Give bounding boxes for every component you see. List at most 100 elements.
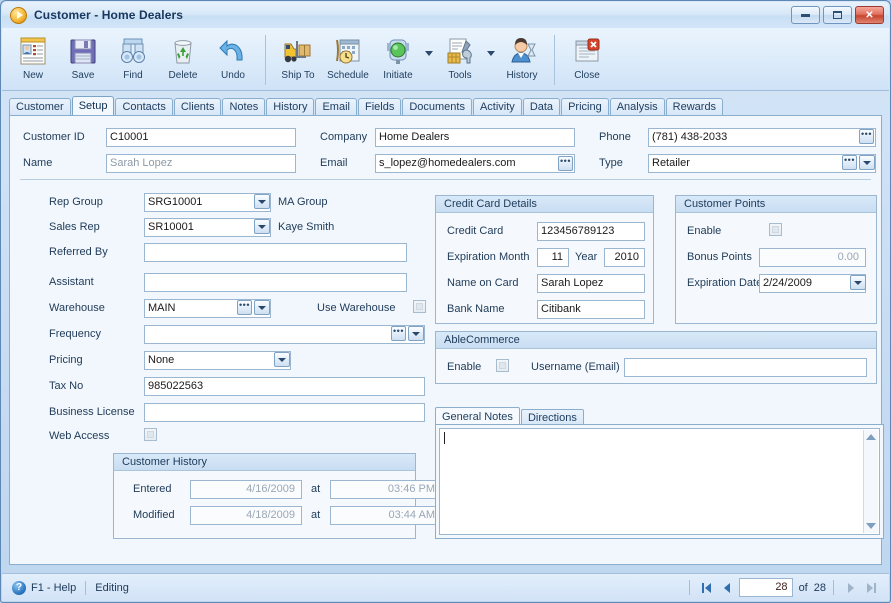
warehouse-lookup-button[interactable]: ••• — [237, 300, 252, 315]
minimize-button[interactable] — [791, 6, 820, 24]
tab-contacts[interactable]: Contacts — [115, 98, 173, 116]
expiration-month-field[interactable]: 11 — [537, 248, 569, 267]
tab-clients[interactable]: Clients — [173, 98, 222, 116]
credit-card-field[interactable]: 123456789123 — [537, 222, 645, 241]
name-label: Name — [23, 157, 53, 169]
initiate-dropdown-arrow-icon[interactable] — [423, 31, 435, 87]
company-field[interactable]: Home Dealers — [375, 128, 575, 147]
tab-activity[interactable]: Activity — [472, 98, 522, 116]
modified-at-label: at — [311, 509, 321, 521]
first-record-button[interactable] — [697, 579, 716, 597]
bank-name-field[interactable]: Citibank — [537, 300, 645, 319]
type-label: Type — [599, 157, 623, 169]
toolbar-button-tools[interactable]: Tools — [435, 31, 485, 87]
frequency-field[interactable] — [144, 325, 425, 344]
close-button[interactable]: ✕ — [855, 6, 884, 24]
tab-history[interactable]: History — [266, 98, 315, 116]
rep-group-dropdown-button[interactable] — [254, 194, 270, 209]
web-access-checkbox[interactable] — [144, 428, 157, 441]
pricing-dropdown-button[interactable] — [274, 352, 290, 367]
toolbar-label-initiate: Initiate — [383, 70, 413, 81]
window-close-icon — [571, 35, 603, 67]
maximize-button[interactable] — [823, 6, 852, 24]
tab-customer[interactable]: Customer — [9, 98, 71, 116]
type-lookup-button[interactable]: ••• — [842, 155, 857, 170]
use-warehouse-checkbox[interactable] — [413, 300, 426, 313]
able-enable-checkbox[interactable] — [496, 359, 509, 372]
phone-lookup-button[interactable]: ••• — [859, 129, 874, 144]
title-bar: Customer - Home Dealers ✕ — [2, 2, 889, 28]
tab-fields[interactable]: Fields — [357, 98, 402, 116]
phone-field[interactable]: (781) 438-2033 — [648, 128, 876, 147]
phone-label: Phone — [599, 131, 631, 143]
status-bar: ? F1 - Help Editing 28 of 28 — [2, 573, 889, 601]
toolbar-label-undo: Undo — [221, 70, 245, 81]
toolbar-button-save[interactable]: Save — [58, 31, 108, 87]
tab-setup[interactable]: Setup — [71, 96, 115, 116]
tab-notes[interactable]: Notes — [222, 98, 266, 116]
toolbar-label-delete: Delete — [168, 70, 198, 81]
previous-record-button[interactable] — [718, 579, 737, 597]
assistant-field[interactable] — [144, 273, 407, 292]
notes-vertical-scrollbar[interactable] — [863, 430, 878, 533]
points-enable-checkbox[interactable] — [769, 223, 782, 236]
customer-id-field[interactable]: C10001 — [106, 128, 296, 147]
toolbar-button-initiate[interactable]: Initiate — [373, 31, 423, 87]
business-license-field[interactable] — [144, 403, 425, 422]
email-label: Email — [320, 157, 348, 169]
able-username-field[interactable] — [624, 358, 867, 377]
sales-rep-field[interactable]: SR10001 — [144, 218, 271, 237]
type-dropdown-button[interactable] — [859, 155, 875, 170]
email-field[interactable]: s_lopez@homedealers.com ••• — [375, 154, 575, 173]
record-number-input[interactable]: 28 — [738, 578, 793, 597]
pricing-field[interactable]: None — [144, 351, 291, 370]
toolbar-button-find[interactable]: Find — [108, 31, 158, 87]
tax-no-field[interactable]: 985022563 — [144, 377, 425, 396]
points-expiration-date-dropdown-button[interactable] — [850, 275, 866, 290]
tools-dropdown-arrow-icon[interactable] — [485, 31, 497, 87]
toolbar-button-close[interactable]: Close — [562, 31, 612, 87]
tab-rewards[interactable]: Rewards — [665, 98, 724, 116]
toolbar-button-undo[interactable]: Undo — [208, 31, 258, 87]
entered-label: Entered — [133, 483, 172, 495]
toolbar-separator-1 — [265, 35, 266, 85]
notes-textarea[interactable] — [439, 428, 880, 535]
new-customer-icon — [17, 35, 49, 67]
next-record-button[interactable] — [841, 579, 860, 597]
email-value-link[interactable]: s_lopez@homedealers.com — [379, 157, 516, 169]
help-circle-icon[interactable]: ? — [12, 580, 26, 595]
scroll-up-button[interactable] — [864, 430, 879, 444]
entered-at-label: at — [311, 483, 321, 495]
toolbar-button-schedule[interactable]: Schedule — [323, 31, 373, 87]
status-mode-label: Editing — [95, 581, 129, 594]
rep-group-field[interactable]: SRG10001 — [144, 193, 271, 212]
customer-history-title: Customer History — [114, 454, 415, 471]
sales-rep-note: Kaye Smith — [278, 221, 335, 233]
tab-data[interactable]: Data — [522, 98, 561, 116]
toolbar-button-ship-to[interactable]: Ship To — [273, 31, 323, 87]
recycle-bin-icon — [167, 35, 199, 67]
expiration-month-label: Expiration Month — [447, 251, 530, 263]
sales-rep-dropdown-button[interactable] — [254, 219, 270, 234]
help-label[interactable]: F1 - Help — [31, 582, 76, 594]
last-record-button[interactable] — [862, 579, 881, 597]
email-lookup-button[interactable]: ••• — [558, 156, 573, 171]
customer-history-group: Customer History Entered 4/16/2009 at 03… — [113, 453, 442, 539]
tab-email[interactable]: Email — [315, 98, 357, 116]
name-on-card-field[interactable]: Sarah Lopez — [537, 274, 645, 293]
toolbar-button-delete[interactable]: Delete — [158, 31, 208, 87]
tab-analysis[interactable]: Analysis — [609, 98, 665, 116]
toolbar-button-new[interactable]: New — [8, 31, 58, 87]
record-navigator: 28 of 28 — [684, 578, 881, 597]
toolbar-button-history[interactable]: History — [497, 31, 547, 87]
name-field[interactable]: Sarah Lopez — [106, 154, 296, 173]
scroll-down-button[interactable] — [864, 519, 879, 533]
referred-by-field[interactable] — [144, 243, 407, 262]
year-field[interactable]: 2010 — [604, 248, 645, 267]
warehouse-dropdown-button[interactable] — [254, 300, 270, 315]
tab-documents[interactable]: Documents — [402, 98, 472, 116]
frequency-lookup-button[interactable]: ••• — [391, 326, 406, 341]
tab-pricing[interactable]: Pricing — [561, 98, 609, 116]
frequency-dropdown-button[interactable] — [408, 326, 424, 341]
bonus-points-field: 0.00 — [759, 248, 866, 267]
